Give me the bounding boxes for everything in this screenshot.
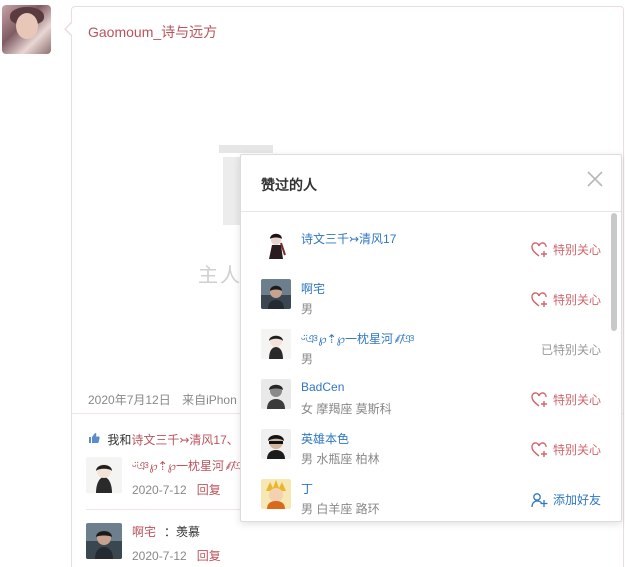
comment-meta: 2020-7-12 回复 xyxy=(132,481,221,498)
user-info: 男 白羊座 路环 xyxy=(301,502,380,516)
scrollbar-thumb[interactable] xyxy=(611,213,617,331)
user-avatar[interactable] xyxy=(261,379,291,409)
list-item: 英雄本色 男 水瓶座 柏林 特别关心 xyxy=(241,412,607,466)
special-follow-button[interactable]: 特别关心 xyxy=(531,241,601,258)
user-avatar[interactable] xyxy=(261,329,291,359)
special-follow-button[interactable]: 特别关心 xyxy=(531,391,601,408)
likers-list: 诗文三千↣清风17 特别关心 啊宅 男 特别关心 ᵕ̈ঞ℘⇡℘一枕星河⸙̸͞ঞ xyxy=(241,212,607,521)
post-date: 2020年7月12日 xyxy=(88,393,171,407)
heart-plus-icon xyxy=(531,241,547,257)
special-follow-button[interactable]: 特别关心 xyxy=(531,441,601,458)
special-follow-button[interactable]: 特别关心 xyxy=(531,291,601,308)
likes-names[interactable]: 诗文三千↣清风17、 xyxy=(131,433,238,447)
comment-time: 2020-7-12 xyxy=(132,549,187,563)
add-friend-button[interactable]: 添加好友 xyxy=(531,491,601,508)
comment-time: 2020-7-12 xyxy=(132,483,187,497)
heart-plus-icon xyxy=(531,441,547,457)
commenter-avatar[interactable] xyxy=(86,457,122,493)
likers-dialog: 赞过的人 诗文三千↣清风17 特别关心 啊宅 男 特别关心 ᵕ̈ঞ℘⇡℘一枕星河… xyxy=(240,154,622,522)
commenter-name[interactable]: 啊宅 ：羡慕 xyxy=(132,523,200,540)
likes-prefix: 我和 xyxy=(107,433,132,447)
reply-link[interactable]: 回复 xyxy=(197,549,221,563)
user-name[interactable]: 啊宅 xyxy=(301,280,325,297)
user-avatar[interactable] xyxy=(261,479,291,509)
special-followed-status[interactable]: 已特别关心 xyxy=(541,341,601,358)
user-avatar[interactable] xyxy=(261,229,291,259)
user-avatar[interactable] xyxy=(261,429,291,459)
commenter-name[interactable]: ᵕ̈ঞ℘⇡℘一枕星河⸙̸͞ঞ xyxy=(132,457,254,478)
user-name[interactable]: ᵕ̈ঞ℘⇡℘一枕星河⸙̸͞ঞ xyxy=(301,330,415,351)
user-avatar[interactable] xyxy=(261,279,291,309)
dialog-header: 赞过的人 xyxy=(241,155,621,212)
heart-plus-icon xyxy=(531,391,547,407)
comment-text: ：羡慕 xyxy=(164,525,201,539)
deleted-notice-text: 主人 xyxy=(198,265,242,287)
user-name[interactable]: 丁 xyxy=(301,480,313,497)
likes-summary: 我和诗文三千↣清风17、 xyxy=(88,431,239,448)
list-item: 诗文三千↣清风17 特别关心 xyxy=(241,212,607,262)
post-source: 来自iPhon xyxy=(182,393,237,407)
user-name[interactable]: BadCen xyxy=(301,380,344,394)
user-name[interactable]: 英雄本色 xyxy=(301,430,349,447)
dialog-title: 赞过的人 xyxy=(261,177,317,193)
list-item: BadCen 女 摩羯座 莫斯科 特别关心 xyxy=(241,362,607,416)
user-name[interactable]: 诗文三千↣清风17 xyxy=(301,230,396,247)
heart-plus-icon xyxy=(531,291,547,307)
author-avatar[interactable] xyxy=(2,5,51,54)
close-icon[interactable] xyxy=(585,169,605,189)
list-item: 啊宅 男 特别关心 xyxy=(241,262,607,316)
add-friend-icon xyxy=(531,492,548,507)
post-meta: 2020年7月12日 来自iPhon xyxy=(88,391,245,408)
thumbs-up-icon xyxy=(88,433,103,447)
comment-meta: 2020-7-12 回复 xyxy=(132,547,221,564)
list-item: ᵕ̈ঞ℘⇡℘一枕星河⸙̸͞ঞ 男 已特别关心 xyxy=(241,312,607,366)
card-pointer-fill xyxy=(66,23,72,35)
list-item: 丁 男 白羊座 路环 添加好友 xyxy=(241,462,607,516)
reply-link[interactable]: 回复 xyxy=(197,483,221,497)
commenter-avatar[interactable] xyxy=(86,523,122,559)
post-author-name[interactable]: Gaomoum_诗与远方 xyxy=(88,22,217,42)
